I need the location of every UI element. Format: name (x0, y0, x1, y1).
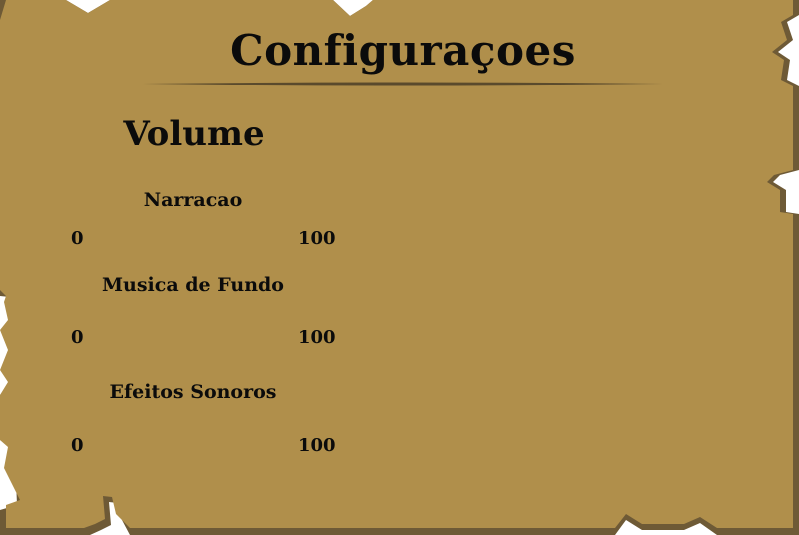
music-slider[interactable] (96, 328, 290, 348)
music-label: Musica de Fundo (102, 274, 284, 296)
page-title: Configuraçoes (230, 26, 576, 75)
music-min-label: 0 (71, 327, 84, 348)
narration-max-label: 100 (298, 228, 336, 249)
settings-screen: Configuraçoes Volume Narracao 0 100 Musi… (0, 0, 799, 535)
narration-label: Narracao (143, 189, 243, 211)
sound-effects-max-label: 100 (298, 435, 336, 456)
sound-effects-label: Efeitos Sonoros (109, 381, 277, 403)
sound-effects-slider[interactable] (96, 436, 290, 456)
music-max-label: 100 (298, 327, 336, 348)
narration-min-label: 0 (71, 228, 84, 249)
title-divider (143, 82, 663, 86)
narration-slider[interactable] (96, 229, 290, 249)
sound-effects-min-label: 0 (71, 435, 84, 456)
volume-heading: Volume (123, 114, 265, 154)
